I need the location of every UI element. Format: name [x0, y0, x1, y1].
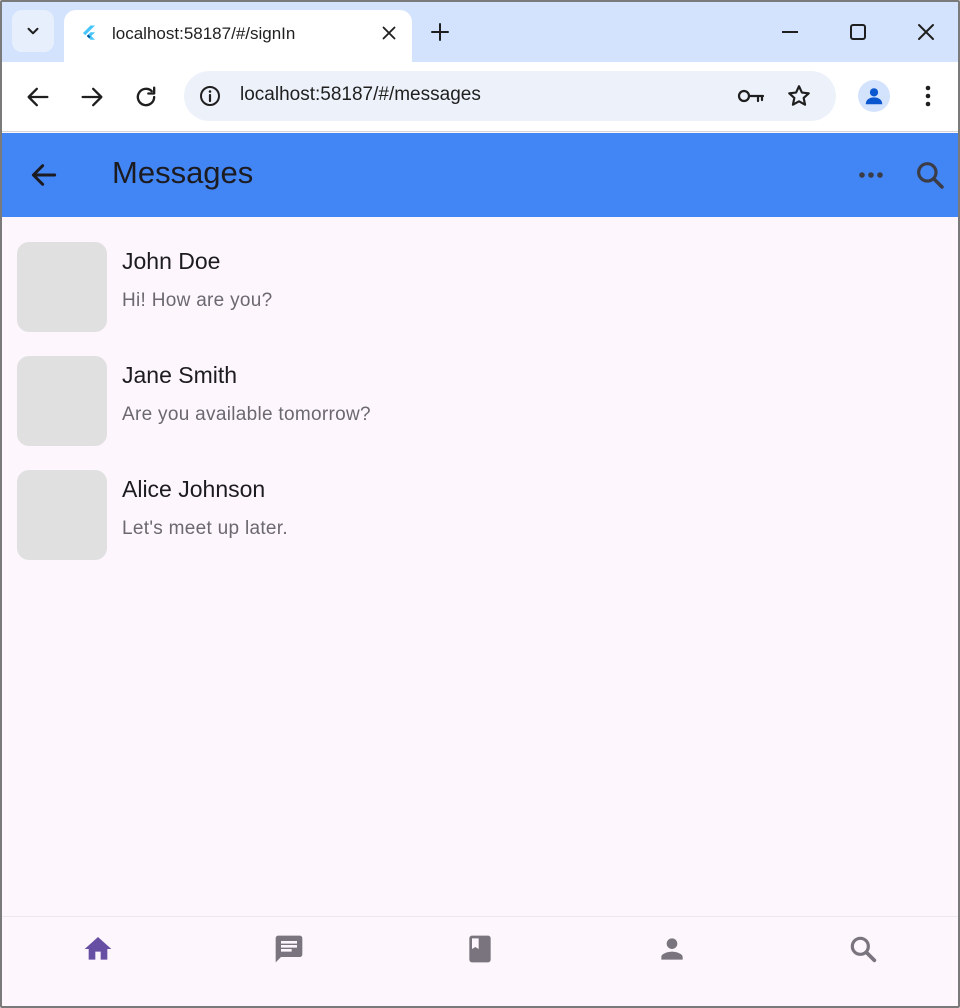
browser-window: localhost:58187/#/signIn localhost:58187… — [0, 0, 960, 1008]
profile-button[interactable] — [858, 80, 890, 112]
avatar — [17, 242, 107, 332]
tab-title: localhost:58187/#/signIn — [112, 24, 296, 43]
info-icon[interactable] — [198, 84, 222, 108]
message-sender: Jane Smith — [122, 362, 238, 388]
active-tab[interactable]: localhost:58187/#/signIn — [64, 10, 412, 62]
avatar — [17, 470, 107, 560]
message-sender: Alice Johnson — [122, 476, 266, 502]
new-tab-icon[interactable] — [428, 20, 452, 44]
browser-toolbar: localhost:58187/#/messages — [2, 62, 958, 132]
message-item[interactable]: Jane Smith Are you available tomorrow? — [2, 331, 958, 446]
message-preview: Are you available tomorrow? — [122, 404, 371, 425]
page-title: Messages — [112, 155, 254, 190]
flutter-icon — [83, 25, 95, 40]
window-close-icon[interactable] — [912, 18, 940, 46]
minimize-icon[interactable] — [776, 18, 804, 46]
close-icon[interactable] — [378, 22, 400, 44]
person-icon[interactable] — [656, 933, 688, 965]
back-icon[interactable] — [24, 83, 52, 111]
message-sender: John Doe — [122, 248, 221, 274]
app-bar: Messages — [2, 133, 958, 217]
search-icon[interactable] — [847, 933, 879, 965]
back-arrow-icon[interactable] — [28, 159, 60, 191]
key-icon[interactable] — [736, 84, 766, 108]
message-preview: Hi! How are you? — [122, 290, 273, 311]
message-preview: Let's meet up later. — [122, 518, 288, 539]
star-icon[interactable] — [786, 83, 812, 109]
home-icon[interactable] — [82, 933, 114, 965]
search-icon[interactable] — [914, 159, 946, 191]
message-item[interactable]: Alice Johnson Let's meet up later. — [2, 445, 958, 560]
book-icon[interactable] — [464, 933, 496, 965]
chevron-down-icon — [27, 27, 39, 35]
maximize-icon[interactable] — [844, 18, 872, 46]
more-vert-icon[interactable] — [916, 82, 940, 110]
account-icon — [865, 88, 883, 105]
address-bar[interactable]: localhost:58187/#/messages — [184, 71, 836, 121]
tab-search-button[interactable] — [12, 10, 54, 52]
avatar — [17, 356, 107, 446]
url-text[interactable]: localhost:58187/#/messages — [240, 84, 481, 106]
chat-icon[interactable] — [273, 933, 305, 965]
message-item[interactable]: John Doe Hi! How are you? — [2, 217, 958, 332]
tab-strip: localhost:58187/#/signIn — [2, 2, 958, 62]
reload-icon[interactable] — [132, 83, 160, 111]
forward-icon[interactable] — [78, 83, 106, 111]
more-horiz-icon[interactable] — [856, 161, 886, 189]
bottom-navigation — [2, 916, 958, 1006]
